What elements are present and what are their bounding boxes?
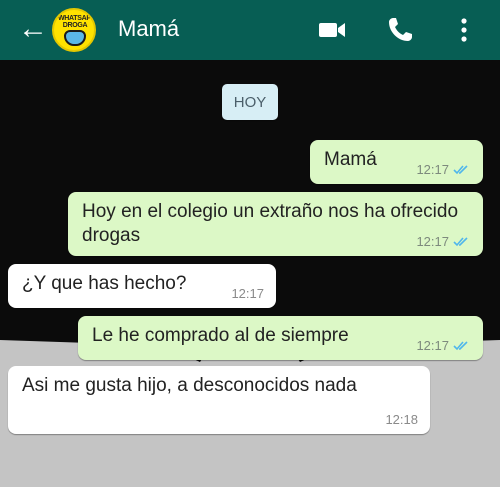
message-text: Hoy en el colegio un extraño nos ha ofre… [82,201,459,246]
message-time: 12:17 [416,338,449,353]
back-arrow-icon[interactable]: ← [18,12,52,46]
phone-icon[interactable] [384,14,416,46]
message-time: 12:17 [416,162,449,177]
message-bubble-outgoing[interactable]: Hoy en el colegio un extraño nos ha ofre… [68,192,483,256]
read-ticks-icon [453,341,468,351]
message-bubble-outgoing[interactable]: Mamá 12:17 [310,140,483,184]
avatar-cartoon-face [64,30,86,46]
contact-name[interactable]: Mamá [118,16,179,42]
message-meta: 12:18 [385,412,418,427]
message-time: 12:17 [231,286,264,301]
read-ticks-icon [453,237,468,247]
message-meta: 12:17 [416,338,471,353]
message-text: Asi me gusta hijo, a desconocidos nada [22,375,357,396]
avatar[interactable]: WHATSAPP DROGA [52,8,96,52]
message-bubble-outgoing[interactable]: Le he comprado al de siempre 12:17 [78,316,483,360]
message-bubble-incoming[interactable]: ¿Y que has hecho? 12:17 [8,264,276,308]
chat-header: ← WHATSAPP DROGA Mamá [0,0,500,60]
more-options-icon[interactable] [448,14,480,46]
message-meta: 12:17 [231,286,264,301]
read-ticks-icon [453,165,468,175]
message-text: Le he comprado al de siempre [92,325,349,346]
message-time: 12:17 [416,234,449,249]
message-bubble-incoming[interactable]: Asi me gusta hijo, a desconocidos nada 1… [8,366,430,434]
message-meta: 12:17 [416,234,471,249]
message-meta: 12:17 [416,162,471,177]
date-chip: HOY [222,84,278,120]
video-call-icon[interactable] [316,14,348,46]
message-time: 12:18 [385,412,418,427]
message-text: Mamá [324,149,377,170]
avatar-logo-text: WHATSAPP DROGA [58,15,96,29]
message-text: ¿Y que has hecho? [22,273,187,294]
